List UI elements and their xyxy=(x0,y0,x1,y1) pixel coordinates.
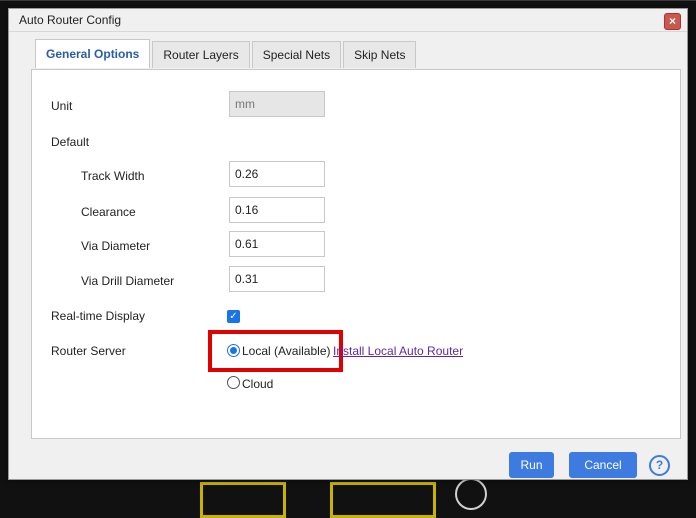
track-width-field[interactable]: 0.26 xyxy=(229,161,325,187)
dialog-title: Auto Router Config xyxy=(19,13,122,27)
unit-field: mm xyxy=(229,91,325,117)
local-radio[interactable] xyxy=(227,344,240,357)
cloud-option-label[interactable]: Cloud xyxy=(242,377,273,391)
cancel-button[interactable]: Cancel xyxy=(569,452,637,478)
via-drill-diameter-field[interactable]: 0.31 xyxy=(229,266,325,292)
via-drill-diameter-label: Via Drill Diameter xyxy=(81,274,175,288)
install-local-router-link[interactable]: Install Local Auto Router xyxy=(333,344,473,358)
tab-router-layers[interactable]: Router Layers xyxy=(152,41,250,68)
auto-router-config-dialog: Auto Router Config × General Options Rou… xyxy=(8,8,688,480)
general-options-panel xyxy=(31,69,681,439)
router-server-label: Router Server xyxy=(51,344,126,358)
track-width-label: Track Width xyxy=(81,169,145,183)
run-button[interactable]: Run xyxy=(509,452,554,478)
local-option-label[interactable]: Local (Available) xyxy=(242,344,331,358)
tab-special-nets[interactable]: Special Nets xyxy=(251,41,342,68)
default-label: Default xyxy=(51,135,90,149)
realtime-display-checkbox[interactable]: ✓ xyxy=(227,310,240,323)
via-diameter-label: Via Diameter xyxy=(81,239,151,253)
via-diameter-field[interactable]: 0.61 xyxy=(229,231,325,257)
tab-bar: General Options Router Layers Special Ne… xyxy=(35,39,418,68)
canvas-trace xyxy=(330,482,436,518)
clearance-label: Clearance xyxy=(81,205,136,219)
tab-skip-nets[interactable]: Skip Nets xyxy=(343,41,417,68)
canvas-pad xyxy=(455,478,487,510)
close-icon[interactable]: × xyxy=(664,13,681,30)
cloud-radio[interactable] xyxy=(227,376,240,389)
unit-label: Unit xyxy=(51,99,73,113)
tab-general-options[interactable]: General Options xyxy=(35,39,151,68)
canvas-trace xyxy=(200,482,286,518)
canvas-grid-line xyxy=(0,0,696,1)
realtime-display-label: Real-time Display xyxy=(51,309,146,323)
dialog-titlebar[interactable]: Auto Router Config xyxy=(9,9,687,32)
help-icon[interactable]: ? xyxy=(649,455,670,476)
clearance-field[interactable]: 0.16 xyxy=(229,197,325,223)
